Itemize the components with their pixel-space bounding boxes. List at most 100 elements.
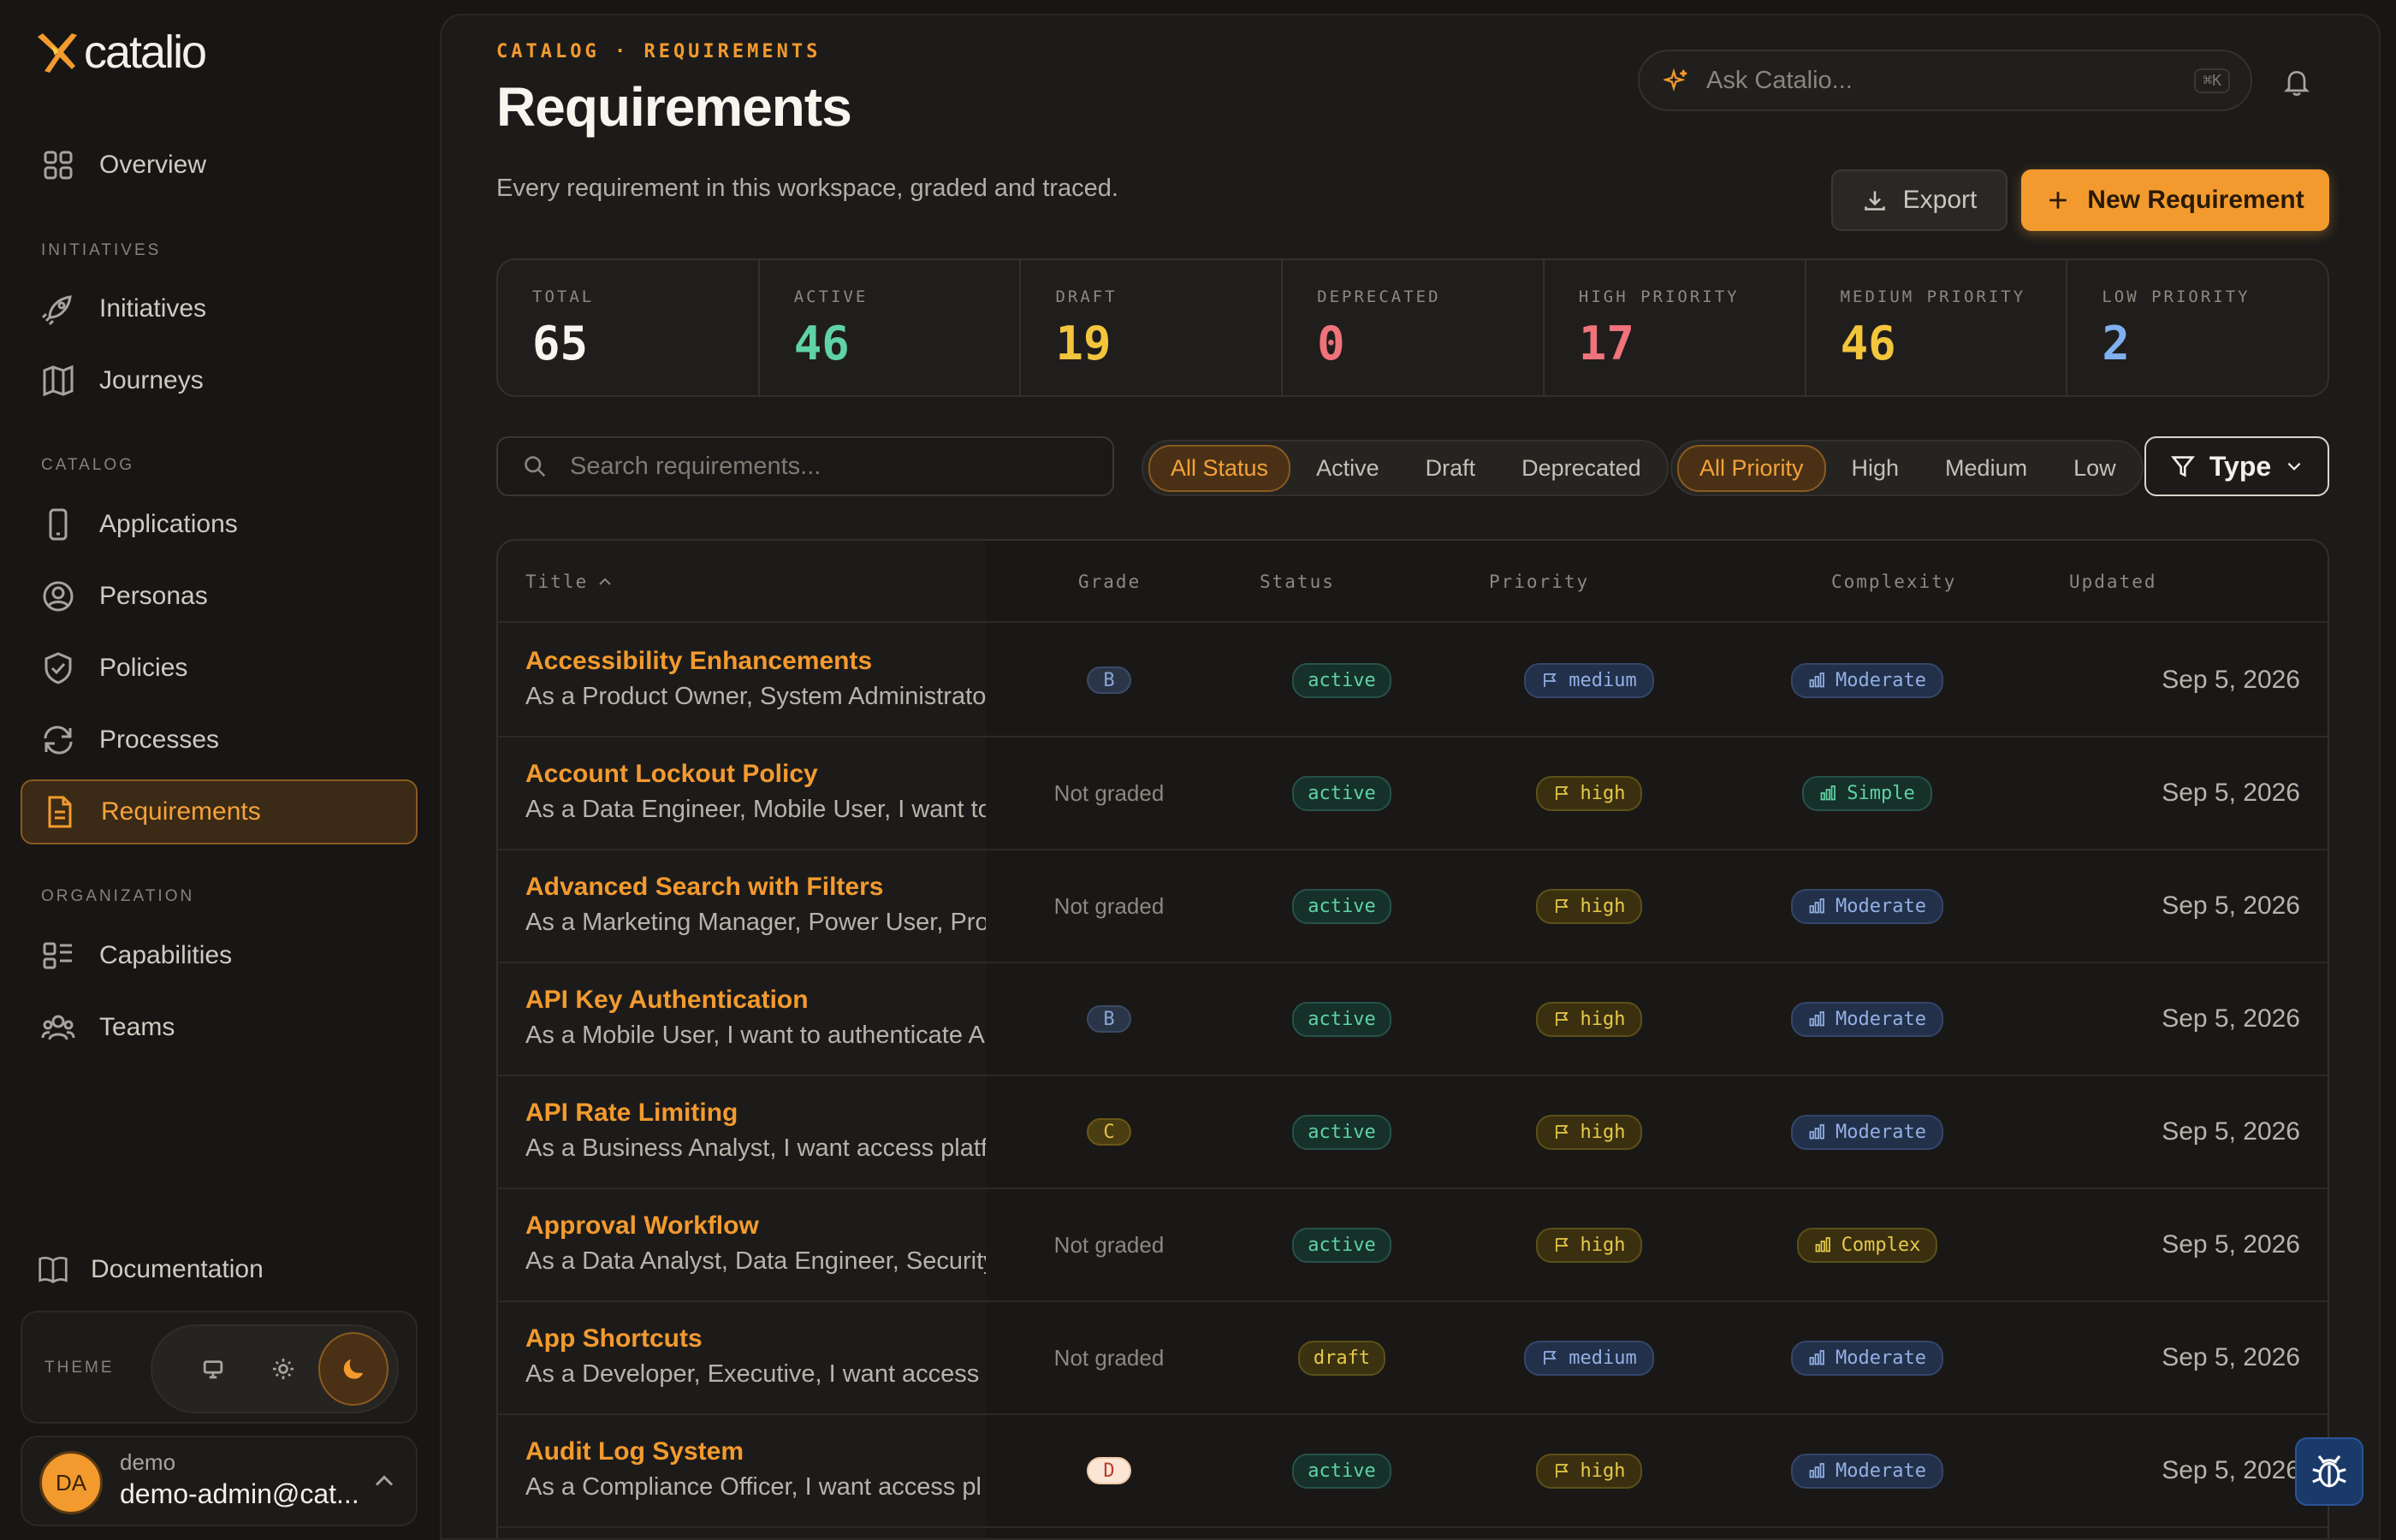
sidebar-item-label: Capabilities — [99, 941, 233, 969]
complexity-cell: Moderate — [1730, 1302, 2004, 1413]
priority-filter-medium[interactable]: Medium — [1925, 447, 2048, 490]
requirement-title-link[interactable]: Accessibility Enhancements — [525, 647, 872, 676]
status-filter-draft[interactable]: Draft — [1405, 447, 1497, 490]
sidebar-item-capabilities[interactable]: Capabilities — [21, 923, 418, 988]
status-badge: draft — [1297, 1340, 1386, 1376]
status-cell: active — [1225, 1076, 1458, 1188]
requirement-description: As a Mobile User, I want to authenticate… — [525, 1022, 986, 1049]
status-filter-all[interactable]: All Status — [1148, 444, 1291, 492]
user-menu[interactable]: DA demo demo-admin@cat... — [21, 1436, 418, 1526]
plus-icon — [2049, 192, 2067, 209]
status-filter: All Status Active Draft Deprecated — [1142, 440, 1669, 496]
requirement-description: As a Developer, Executive, I want access… — [525, 1360, 986, 1388]
complexity-cell: Moderate — [1730, 963, 2004, 1075]
complexity-badge: Moderate — [1791, 1114, 1943, 1150]
complexity-cell: Moderate — [1730, 1076, 2004, 1188]
sidebar-item-teams[interactable]: Teams — [21, 995, 418, 1060]
ask-catalio-input[interactable]: Ask Catalio... ⌘K — [1638, 50, 2252, 111]
requirement-title-link[interactable]: Account Lockout Policy — [525, 760, 818, 789]
grade-text: Not graded — [1053, 1344, 1165, 1371]
requirement-title-link[interactable]: App Shortcuts — [525, 1324, 703, 1353]
status-filter-active[interactable]: Active — [1296, 447, 1400, 490]
table-row[interactable]: API Key Authentication As a Mobile User, … — [498, 963, 2328, 1076]
requirement-title-link[interactable]: Advanced Search with Filters — [525, 873, 883, 902]
sidebar-item-applications[interactable]: Applications — [21, 492, 418, 557]
breadcrumb: CATALOG · REQUIREMENTS — [496, 41, 821, 62]
status-cell: active — [1225, 737, 1458, 849]
table-row[interactable]: Approval Workflow As a Data Analyst, Data… — [498, 1189, 2328, 1302]
chevron-up-icon — [375, 1475, 394, 1486]
section-label-organization: ORGANIZATION — [41, 887, 195, 905]
table-row[interactable]: Advanced Search with Filters As a Marketi… — [498, 850, 2328, 963]
header-status[interactable]: Status — [1260, 572, 1335, 592]
theme-switch — [151, 1324, 399, 1413]
priority-filter-high[interactable]: High — [1831, 447, 1920, 490]
stat-high-priority: HIGH PRIORITY 17 — [1545, 260, 1806, 395]
complexity-badge: Moderate — [1791, 1340, 1943, 1376]
sidebar-item-label: Initiatives — [99, 294, 207, 323]
brand-logo[interactable]: catalio — [33, 26, 207, 79]
export-button[interactable]: Export — [1831, 169, 2008, 231]
header-title-label: Title — [525, 572, 589, 592]
stat-value: 46 — [1840, 317, 1896, 370]
phone-icon — [49, 508, 68, 541]
requirement-title-link[interactable]: API Rate Limiting — [525, 1099, 738, 1128]
status-cell: draft — [1225, 1302, 1458, 1413]
flag-icon — [1555, 899, 1569, 913]
requirement-title-link[interactable]: Approval Workflow — [525, 1211, 759, 1241]
status-badge: active — [1292, 1227, 1391, 1263]
priority-filter-low[interactable]: Low — [2053, 447, 2137, 490]
theme-system-button[interactable] — [178, 1332, 248, 1406]
sun-icon — [272, 1359, 294, 1379]
header-priority[interactable]: Priority — [1489, 572, 1589, 592]
table-row[interactable]: API Rate Limiting As a Business Analyst, … — [498, 1076, 2328, 1189]
documentation-link[interactable]: Documentation — [38, 1254, 264, 1285]
table-row[interactable]: Audit Log System As a Compliance Officer,… — [498, 1415, 2328, 1528]
requirement-title-link[interactable]: Audit Log System — [525, 1437, 744, 1466]
type-filter-label: Type — [2209, 450, 2272, 482]
priority-cell: high — [1456, 850, 1722, 962]
new-requirement-button[interactable]: New Requirement — [2021, 169, 2329, 231]
stat-label: TOTAL — [532, 287, 595, 306]
sidebar-item-policies[interactable]: Policies — [21, 636, 418, 701]
requirement-description: As a Compliance Officer, I want access p… — [525, 1473, 982, 1501]
bug-report-button[interactable] — [2295, 1437, 2363, 1506]
stat-label: HIGH PRIORITY — [1578, 287, 1740, 306]
grade-badge: B — [1087, 666, 1131, 694]
search-input[interactable]: Search requirements... — [496, 436, 1114, 496]
table-row[interactable]: Accessibility Enhancements As a Product O… — [498, 625, 2328, 737]
theme-dark-button[interactable] — [317, 1332, 388, 1406]
sidebar-item-processes[interactable]: Processes — [21, 708, 418, 773]
table-row[interactable]: App Shortcuts As a Developer, Executive, … — [498, 1302, 2328, 1415]
complexity-cell: Moderate — [1730, 850, 2004, 962]
flag-icon — [1555, 1012, 1569, 1026]
priority-cell: medium — [1456, 1302, 1722, 1413]
sidebar-item-journeys[interactable]: Journeys — [21, 348, 418, 413]
sidebar-item-requirements[interactable]: Requirements — [21, 779, 418, 844]
complexity-text: Moderate — [1836, 669, 1926, 691]
requirement-title-link[interactable]: API Key Authentication — [525, 986, 809, 1015]
stat-active: ACTIVE 46 — [760, 260, 1022, 395]
header-complexity[interactable]: Complexity — [1831, 572, 1956, 592]
stat-label: DRAFT — [1055, 287, 1118, 306]
theme-light-button[interactable] — [248, 1332, 318, 1406]
sidebar-item-label: Applications — [99, 510, 238, 538]
header-updated[interactable]: Updated — [2069, 572, 2157, 592]
status-cell: active — [1225, 625, 1458, 736]
sidebar-item-overview[interactable]: Overview — [21, 133, 418, 198]
table-row[interactable]: Account Lockout Policy As a Data Engineer… — [498, 737, 2328, 850]
type-filter-button[interactable]: Type — [2144, 436, 2329, 496]
grid-icon — [44, 151, 73, 180]
updated-date: Sep 5, 2026 — [2162, 779, 2300, 807]
bar-chart-icon — [1809, 672, 1824, 688]
status-filter-deprecated[interactable]: Deprecated — [1501, 447, 1662, 490]
flag-icon — [1555, 1125, 1569, 1139]
sidebar-item-personas[interactable]: Personas — [21, 564, 418, 629]
priority-filter-all[interactable]: All Priority — [1677, 444, 1826, 492]
bell-icon[interactable] — [2281, 67, 2312, 98]
bar-chart-icon — [1820, 785, 1836, 801]
header-title[interactable]: Title — [525, 572, 614, 592]
sidebar-item-initiatives[interactable]: Initiatives — [21, 276, 418, 341]
header-grade[interactable]: Grade — [1078, 572, 1141, 592]
bar-chart-icon — [1809, 898, 1824, 914]
